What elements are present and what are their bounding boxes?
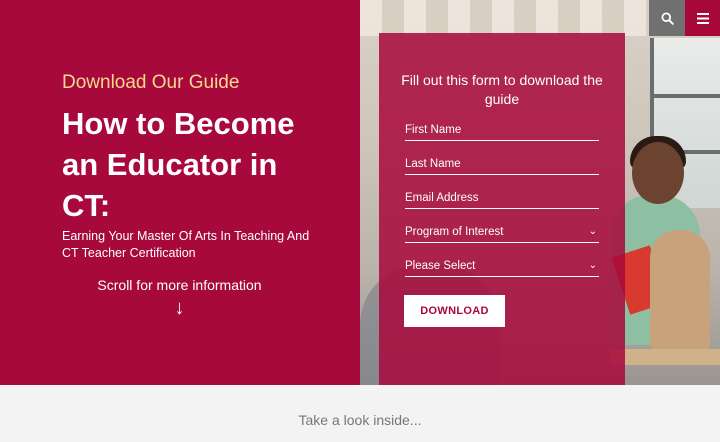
last-name-field[interactable]: Last Name	[405, 155, 599, 175]
teacher-head	[632, 142, 684, 204]
secondary-select[interactable]: Please Select ⌄	[405, 257, 599, 277]
take-a-look-heading: Take a look inside...	[298, 412, 422, 428]
scroll-link[interactable]: Scroll for more information	[62, 277, 297, 293]
desk-decoration	[610, 349, 720, 365]
last-name-placeholder: Last Name	[405, 158, 461, 170]
search-button[interactable]	[649, 0, 685, 36]
hero-eyebrow: Download Our Guide	[62, 72, 240, 93]
chevron-down-icon: ⌄	[588, 260, 597, 271]
chevron-down-icon: ⌄	[588, 226, 597, 237]
first-name-placeholder: First Name	[405, 124, 462, 136]
hero-left-panel: Download Our Guide How to Become an Educ…	[0, 0, 360, 385]
hero-subtitle: Earning Your Master Of Arts In Teaching …	[62, 229, 310, 260]
search-icon	[660, 11, 674, 25]
email-placeholder: Email Address	[405, 192, 479, 204]
download-form: Fill out this form to download the guide…	[379, 33, 625, 385]
menu-button[interactable]	[685, 0, 720, 36]
form-heading: Fill out this form to download the guide	[401, 72, 603, 107]
first-name-field[interactable]: First Name	[405, 121, 599, 141]
secondary-select-label: Please Select	[405, 260, 476, 272]
download-button[interactable]: DOWNLOAD	[404, 295, 505, 327]
menu-icon	[696, 12, 709, 24]
program-select-label: Program of Interest	[405, 226, 504, 238]
down-arrow-icon[interactable]: ↓	[62, 297, 297, 320]
hero-title: How to Become an Educator in CT:	[62, 106, 295, 223]
program-select[interactable]: Program of Interest ⌄	[405, 223, 599, 243]
email-field[interactable]: Email Address	[405, 189, 599, 209]
child-figure	[650, 230, 710, 350]
